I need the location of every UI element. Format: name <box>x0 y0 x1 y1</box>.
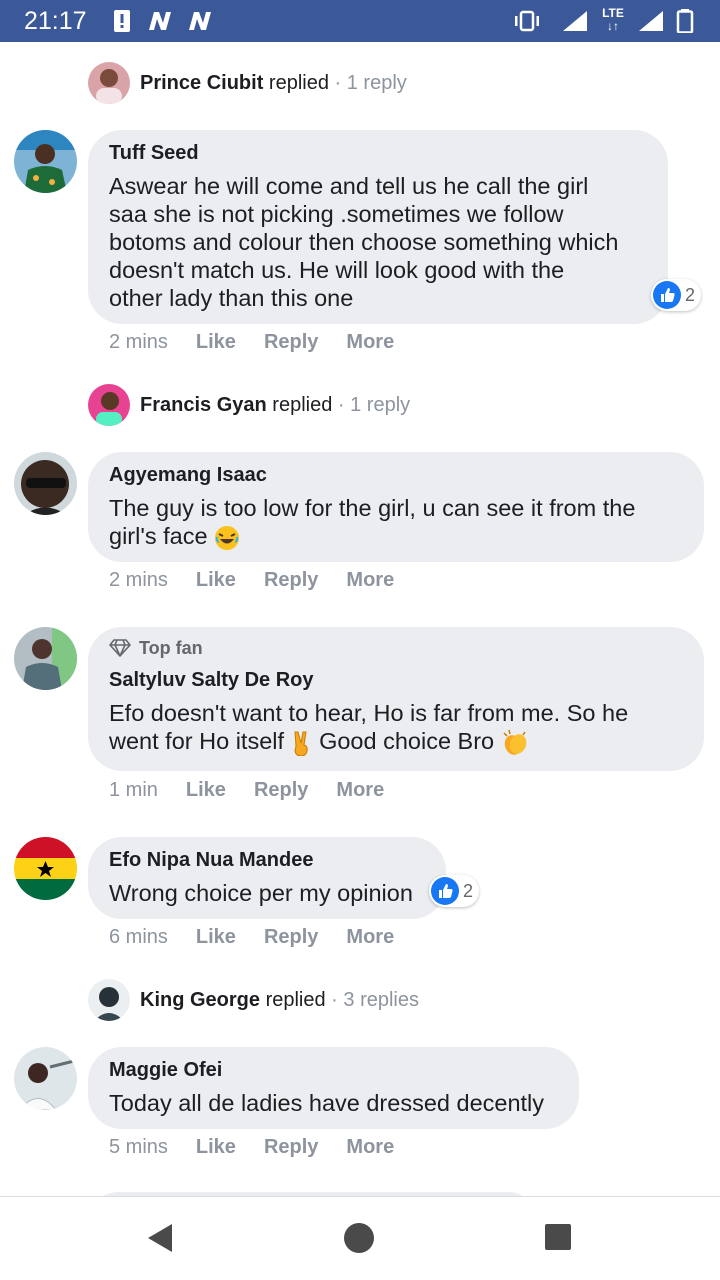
comment-bubble[interactable]: Efo Nipa Nua Mandee Wrong choice per my … <box>88 837 446 919</box>
avatar[interactable] <box>14 452 77 515</box>
reply-count[interactable]: 1 reply <box>350 394 410 416</box>
like-button[interactable]: Like <box>186 779 226 802</box>
like-button[interactable]: Like <box>196 926 236 949</box>
reply-count[interactable]: 1 reply <box>347 72 407 94</box>
reply-count[interactable]: 3 replies <box>343 989 419 1011</box>
reply-button[interactable]: Reply <box>264 926 318 949</box>
reply-summary[interactable]: Prince Ciubit replied · 1 reply <box>88 61 407 105</box>
comment-author[interactable]: Maggie Ofei <box>109 1057 559 1083</box>
avatar[interactable] <box>14 627 77 690</box>
comment-time[interactable]: 1 min <box>109 779 158 802</box>
avatar[interactable] <box>88 979 130 1021</box>
reply-button[interactable]: Reply <box>264 331 318 354</box>
avatar[interactable] <box>14 130 77 193</box>
reply-button[interactable]: Reply <box>264 569 318 592</box>
diamond-icon <box>109 639 131 657</box>
comment-text: Today all de ladies have dressed decentl… <box>109 1090 545 1116</box>
comment-author[interactable]: Efo Nipa Nua Mandee <box>109 847 426 873</box>
reply-author[interactable]: Prince Ciubit <box>140 72 263 94</box>
comment-text: Wrong choice per my opinion <box>109 880 413 906</box>
recents-icon[interactable] <box>544 1222 572 1252</box>
signal-icon <box>639 11 663 31</box>
comment-actions: 2 mins Like Reply More <box>109 327 422 357</box>
clapping-hands-emoji-icon <box>503 729 526 755</box>
comment-text: Aswear he will come and tell us he call … <box>109 173 619 311</box>
reply-button[interactable]: Reply <box>264 1136 318 1159</box>
signal-icon <box>563 11 587 31</box>
victory-hand-emoji-icon <box>294 731 308 756</box>
reaction-summary[interactable]: 2 <box>651 279 702 311</box>
separator: · <box>325 988 344 1011</box>
comment-actions: 5 mins Like Reply More <box>109 1132 422 1162</box>
reply-author[interactable]: King George <box>140 989 260 1011</box>
separator: · <box>328 71 347 94</box>
reply-verb: replied <box>265 988 326 1011</box>
comment-bubble[interactable]: Top fan Saltyluv Salty De Roy Efo doesn'… <box>88 627 704 771</box>
more-button[interactable]: More <box>346 331 394 354</box>
reply-author[interactable]: Francis Gyan <box>140 394 267 416</box>
reply-verb: replied <box>268 71 329 94</box>
reply-summary[interactable]: Francis Gyan replied · 1 reply <box>88 383 410 427</box>
comment-time[interactable]: 5 mins <box>109 1136 168 1159</box>
lte-icon: LTE ↓↑ <box>602 6 624 33</box>
comment-author[interactable]: Tuff Seed <box>109 140 648 166</box>
like-button[interactable]: Like <box>196 569 236 592</box>
status-time: 21:17 <box>24 7 87 35</box>
comment-text: The guy is too low for the girl, u can s… <box>109 495 636 550</box>
reply-verb: replied <box>272 393 333 416</box>
comment-time[interactable]: 6 mins <box>109 926 168 949</box>
like-button[interactable]: Like <box>196 331 236 354</box>
reaction-count: 2 <box>685 284 696 305</box>
avatar[interactable] <box>88 62 130 104</box>
comment-text: Efo doesn't want to hear, Ho is far from… <box>109 699 684 757</box>
back-icon[interactable] <box>145 1222 175 1254</box>
more-button[interactable]: More <box>346 1136 394 1159</box>
comments-feed[interactable]: Prince Ciubit replied · 1 reply Tuff See… <box>0 42 720 1196</box>
comment-time[interactable]: 2 mins <box>109 331 168 354</box>
reaction-summary[interactable]: 2 <box>429 875 480 907</box>
status-bar: 21:17 LTE ↓↑ <box>0 0 720 42</box>
reaction-count: 2 <box>463 880 474 901</box>
n-icon <box>189 12 211 30</box>
laughing-emoji-icon <box>215 525 240 550</box>
comment-actions: 2 mins Like Reply More <box>109 565 422 595</box>
more-button[interactable]: More <box>346 569 394 592</box>
comment-author[interactable]: Agyemang Isaac <box>109 462 684 488</box>
alert-icon <box>114 10 130 32</box>
like-icon <box>431 877 459 905</box>
like-button[interactable]: Like <box>196 1136 236 1159</box>
comment-bubble[interactable]: Agyemang Isaac The guy is too low for th… <box>88 452 704 562</box>
comment-author[interactable]: Saltyluv Salty De Roy <box>109 667 684 693</box>
comment-time[interactable]: 2 mins <box>109 569 168 592</box>
n-icon <box>149 12 171 30</box>
reply-summary[interactable]: King George replied · 3 replies <box>88 978 419 1022</box>
more-button[interactable]: More <box>336 779 384 802</box>
vibrate-icon <box>515 10 539 32</box>
reply-button[interactable]: Reply <box>254 779 308 802</box>
system-nav-bar <box>0 1196 720 1280</box>
avatar[interactable] <box>14 837 77 900</box>
comment-bubble[interactable]: Tuff Seed Aswear he will come and tell u… <box>88 130 668 324</box>
like-icon <box>653 281 681 309</box>
top-fan-badge: Top fan <box>109 637 684 659</box>
home-icon[interactable] <box>343 1222 375 1254</box>
avatar[interactable] <box>88 384 130 426</box>
comment-bubble[interactable]: Maggie Ofei Today all de ladies have dre… <box>88 1047 579 1129</box>
comment-actions: 6 mins Like Reply More <box>109 922 422 952</box>
comment-actions: 1 min Like Reply More <box>109 775 412 805</box>
more-button[interactable]: More <box>346 926 394 949</box>
avatar[interactable] <box>14 1047 77 1110</box>
separator: · <box>332 393 351 416</box>
battery-icon <box>676 9 694 33</box>
